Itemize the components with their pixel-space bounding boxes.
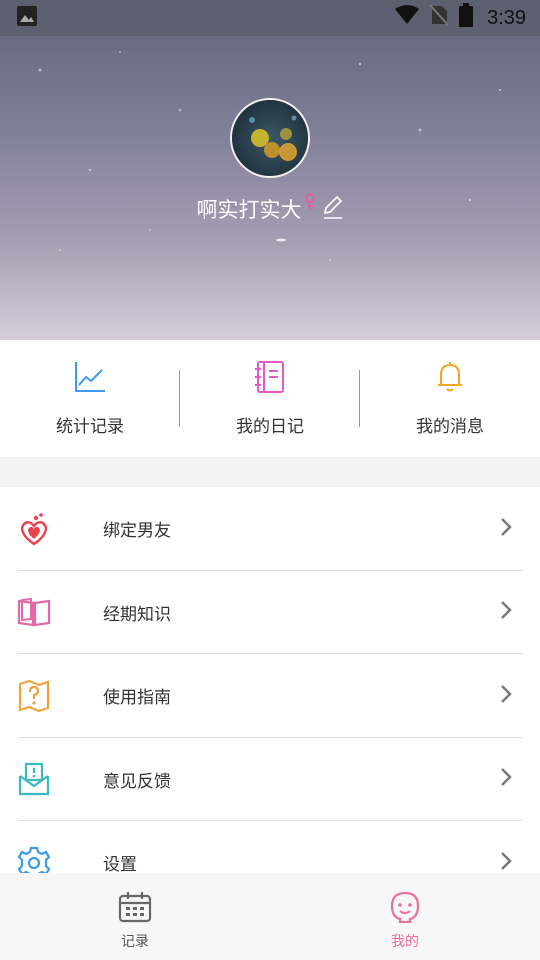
line-chart-icon	[73, 360, 107, 398]
status-time: 3:39	[487, 6, 526, 29]
face-icon	[390, 891, 420, 927]
username-row: 啊实打实大	[0, 193, 540, 224]
menu-item-user-guide[interactable]: 使用指南	[0, 654, 540, 738]
wifi-icon	[395, 5, 420, 31]
menu-item-feedback[interactable]: 意见反馈	[0, 738, 540, 821]
status-bar: 3:39	[0, 0, 540, 36]
username: 啊实打实大	[196, 198, 302, 222]
chevron-right-icon	[500, 767, 512, 791]
tab-mine[interactable]: 我的	[270, 873, 540, 960]
quick-item-messages[interactable]: 我的消息	[360, 340, 540, 457]
menu-item-label: 绑定男友	[103, 521, 171, 542]
gear-icon	[17, 846, 51, 873]
tab-records[interactable]: 记录	[0, 873, 270, 960]
avatar[interactable]	[230, 98, 310, 178]
pencil-icon[interactable]	[322, 194, 344, 224]
chevron-right-icon	[500, 517, 512, 541]
menu-item-label: 意见反馈	[103, 771, 171, 792]
tab-label: 我的	[391, 934, 419, 950]
feedback-mail-icon	[17, 762, 51, 796]
menu-item-period-knowledge[interactable]: 经期知识	[0, 571, 540, 654]
menu-item-bind-boyfriend[interactable]: 绑定男友	[0, 487, 540, 571]
chevron-right-icon	[500, 684, 512, 708]
tab-label: 记录	[121, 934, 149, 950]
image-icon	[16, 5, 38, 31]
notebook-icon	[253, 360, 287, 398]
chevron-right-icon	[500, 851, 512, 873]
bell-icon	[433, 360, 467, 398]
hearts-icon	[17, 512, 51, 546]
quick-item-diary[interactable]: 我的日记	[180, 340, 360, 457]
book-icon	[17, 595, 51, 629]
quick-item-label: 我的消息	[416, 417, 484, 437]
bottom-tab-bar: 记录 我的	[0, 873, 540, 960]
settings-menu: 绑定男友 经期知识 使用指南 意见反馈 设置	[0, 487, 540, 873]
no-sim-icon	[429, 4, 449, 32]
chevron-right-icon	[500, 600, 512, 624]
quick-item-stats[interactable]: 统计记录	[0, 340, 180, 457]
menu-item-label: 经期知识	[103, 604, 171, 625]
calendar-icon	[118, 891, 152, 927]
menu-item-label: 使用指南	[103, 688, 171, 709]
quick-item-label: 我的日记	[236, 417, 304, 437]
quick-item-label: 统计记录	[56, 417, 124, 437]
battery-icon	[459, 3, 474, 33]
quick-nav: 统计记录 我的日记 我的消息	[0, 340, 540, 457]
guide-map-icon	[17, 679, 51, 713]
female-icon	[304, 193, 316, 215]
menu-item-settings[interactable]: 设置	[0, 821, 540, 873]
menu-item-label: 设置	[103, 855, 137, 873]
